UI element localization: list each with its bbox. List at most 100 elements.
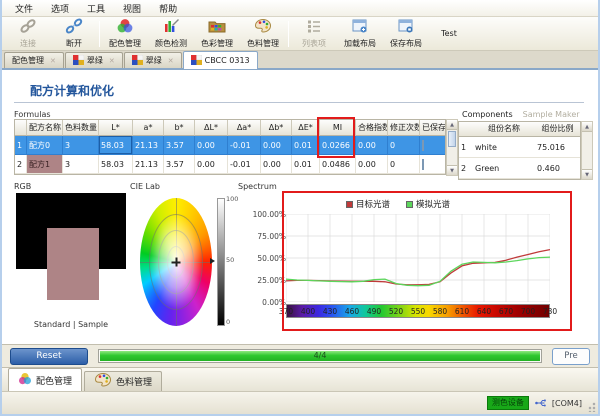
pre-button[interactable]: Pre [552,348,590,365]
row-number-cell[interactable]: 1 [15,136,27,155]
toolbar-button-Test[interactable]: Test [429,18,469,49]
toolbar-button-色彩管理[interactable]: 色彩管理 [194,18,240,49]
column-header-已保存[interactable]: 已保存 [420,120,446,136]
component-ratio-cell[interactable]: 0.460 [535,158,580,179]
reset-button[interactable]: Reset [10,348,88,365]
column-header-L*[interactable]: L* [99,120,133,136]
formulas-table: 配方名称色料数量L*a*b*ΔL*Δa*Δb*ΔE*MI合格指数修正次数已保存 1… [14,119,446,175]
components-scrollbar[interactable]: ▲ ▼ [581,121,593,180]
toolbar-button-列表项[interactable]: 列表项 [291,18,337,49]
toolbar-button-保存布局[interactable]: 保存布局 [383,18,429,49]
column-header-Δa*[interactable]: Δa* [228,120,261,136]
row-number-header[interactable] [15,120,27,136]
lightness-scale-max: 100 [226,195,238,203]
component-ratio-cell[interactable]: 75.016 [535,137,580,158]
formula-value-cell[interactable]: 0.01 [292,136,320,155]
components-header-row: 组份名称组份比例 [459,122,580,137]
menu-item-文件[interactable]: 文件 [6,0,42,17]
menu-item-帮助[interactable]: 帮助 [150,0,186,17]
cielab-panel-label: CIE Lab [130,182,236,191]
toolbar-button-加载布局[interactable]: 加载布局 [337,18,383,49]
row-number-header[interactable] [459,122,473,137]
saved-checkbox[interactable] [422,159,424,170]
column-header-修正次数[interactable]: 修正次数 [388,120,420,136]
formula-value-cell[interactable]: -0.01 [228,155,261,174]
formula-value-cell[interactable]: 0.00 [195,155,228,174]
scroll-down-icon[interactable]: ▼ [582,169,592,179]
scroll-up-icon[interactable]: ▲ [582,122,592,132]
column-header-色料数量[interactable]: 色料数量 [63,120,99,136]
menu-item-视图[interactable]: 视图 [114,0,150,17]
resize-grip[interactable] [586,402,596,412]
column-header-b*[interactable]: b* [164,120,195,136]
doc-tab-CBCC 0313[interactable]: CBCC 0313 [183,51,258,69]
formula-value-cell[interactable]: 0.00 [261,155,292,174]
formula-value-cell[interactable]: 0.00 [356,155,388,174]
toolbar-button-label: 加载布局 [344,38,376,49]
module-tab-色料管理[interactable]: 色料管理 [84,371,162,391]
column-header-MI[interactable]: MI [320,120,356,136]
formula-value-cell[interactable]: 0.01 [292,155,320,174]
row-number-cell[interactable]: 2 [459,158,473,179]
column-header-a*[interactable]: a* [133,120,164,136]
formula-value-cell[interactable]: 3.57 [164,136,195,155]
row-number-cell[interactable]: 1 [459,137,473,158]
formula-value-cell[interactable]: 58.03 [99,155,133,174]
formula-row-配方1[interactable]: 2配方1358.0321.133.570.00-0.010.000.010.04… [15,155,445,174]
formula-name-cell[interactable]: 配方1 [27,155,63,174]
formula-row-配方0[interactable]: 1配方0358.0321.133.570.00-0.010.000.010.02… [15,136,445,155]
close-tab-icon[interactable]: ✕ [168,57,174,65]
toolbar-button-色料管理[interactable]: 色料管理 [240,18,286,49]
close-tab-icon[interactable]: ✕ [50,57,56,65]
tab-components[interactable]: Components [462,110,513,119]
toolbar-button-颜色检测[interactable]: 颜色检测 [148,18,194,49]
formula-value-cell[interactable]: 21.13 [133,155,164,174]
formula-value-cell[interactable]: 0 [388,155,420,174]
column-header-Δb*[interactable]: Δb* [261,120,292,136]
doc-tab-翠绿[interactable]: 翠绿✕ [124,52,182,68]
formula-value-cell[interactable]: 3 [63,155,99,174]
component-row-Green[interactable]: 2Green0.460 [459,158,580,179]
scroll-down-icon[interactable]: ▼ [447,165,457,175]
formula-value-cell[interactable]: 21.13 [133,136,164,155]
component-row-white[interactable]: 1white75.016 [459,137,580,158]
lightness-scale-bar[interactable] [217,198,225,326]
column-header-配方名称[interactable]: 配方名称 [27,120,63,136]
formula-value-cell[interactable]: 0.00 [261,136,292,155]
component-name-cell[interactable]: Green [473,158,535,179]
formula-value-cell[interactable]: 58.03 [99,136,133,155]
doc-tab-翠绿[interactable]: 翠绿✕ [65,52,123,68]
column-header-合格指数[interactable]: 合格指数 [356,120,388,136]
scrollbar-thumb[interactable] [448,131,456,147]
menu-item-选项[interactable]: 选项 [42,0,78,17]
component-name-cell[interactable]: white [473,137,535,158]
progress-bar: 4/4 [98,349,542,363]
formula-value-cell[interactable]: 3.57 [164,155,195,174]
formula-value-cell[interactable]: 0 [388,136,420,155]
saved-checkbox[interactable] [422,140,424,151]
toolbar-button-配色管理[interactable]: 配色管理 [102,18,148,49]
document-tab-bar: 配色管理✕翠绿✕翠绿✕CBCC 0313 [2,51,598,69]
formula-value-cell[interactable]: -0.01 [228,136,261,155]
row-number-cell[interactable]: 2 [15,155,27,174]
formula-name-cell[interactable]: 配方0 [27,136,63,155]
formula-value-cell[interactable]: 0.00 [195,136,228,155]
doc-tab-配色管理[interactable]: 配色管理✕ [4,52,64,68]
formula-value-cell[interactable]: 0.0486 [320,155,356,174]
column-header-ΔE*[interactable]: ΔE* [292,120,320,136]
formula-value-cell[interactable]: 0.0266 [320,136,356,155]
tab-sample-maker[interactable]: Sample Maker [523,110,580,119]
toolbar-button-连接[interactable]: 连接 [5,18,51,49]
y-tick-label: 100.00% [244,210,286,219]
toolbar-button-断开[interactable]: 断开 [51,18,97,49]
close-tab-icon[interactable]: ✕ [109,57,115,65]
scroll-up-icon[interactable]: ▲ [447,120,457,130]
formula-value-cell[interactable]: 3 [63,136,99,155]
menu-item-工具[interactable]: 工具 [78,0,114,17]
module-tab-配色管理[interactable]: 配色管理 [8,368,82,391]
column-header-组份名称[interactable]: 组份名称 [473,122,535,137]
formulas-scrollbar[interactable]: ▲ ▼ [446,119,458,176]
formula-value-cell[interactable]: 0.00 [356,136,388,155]
column-header-ΔL*[interactable]: ΔL* [195,120,228,136]
column-header-组份比例[interactable]: 组份比例 [535,122,580,137]
